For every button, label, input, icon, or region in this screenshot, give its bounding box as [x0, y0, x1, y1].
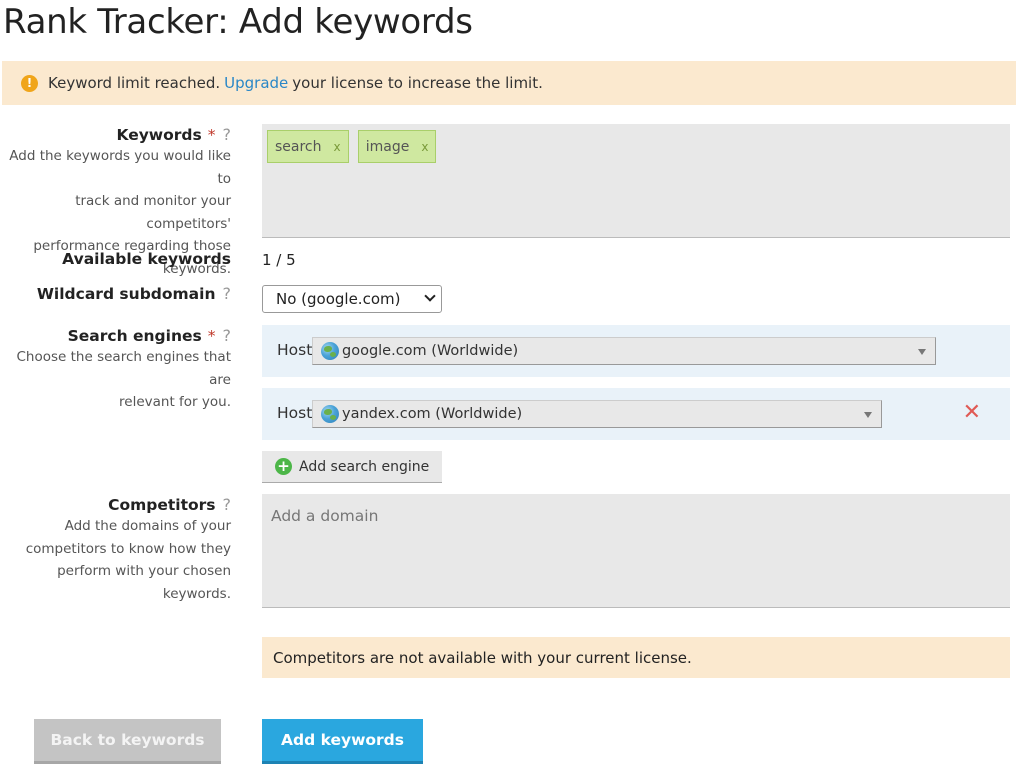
back-to-keywords-button[interactable]: Back to keywords: [34, 719, 221, 764]
caret-down-icon: [864, 412, 872, 418]
available-keywords-value: 1 / 5: [262, 251, 296, 269]
required-mark: *: [207, 327, 216, 345]
available-label-group: Available keywords: [62, 250, 231, 268]
warning-icon: !: [21, 74, 38, 92]
wildcard-label: Wildcard subdomain?: [36, 284, 232, 303]
wildcard-label-group: Wildcard subdomain?: [37, 284, 231, 303]
host-label: Host: [277, 404, 313, 422]
available-keywords-label: Available keywords: [62, 250, 231, 268]
search-engines-label: Search engines *?: [67, 326, 232, 345]
host-select[interactable]: google.com (Worldwide): [312, 337, 936, 365]
page-title: Rank Tracker: Add keywords: [3, 2, 473, 42]
caret-down-icon: [918, 349, 926, 355]
help-icon[interactable]: ?: [223, 495, 232, 514]
search-engines-label-group: Search engines *? Choose the search engin…: [0, 326, 232, 414]
add-search-engine-button[interactable]: + Add search engine: [262, 451, 442, 483]
help-icon[interactable]: ?: [223, 284, 232, 303]
remove-engine-icon[interactable]: ✕: [963, 402, 981, 424]
globe-icon: [321, 342, 339, 360]
keywords-input[interactable]: search x image x: [262, 124, 1010, 238]
upgrade-link[interactable]: Upgrade: [224, 74, 288, 92]
search-engine-row: Host yandex.com (Worldwide) ✕: [262, 388, 1010, 440]
keyword-limit-alert: ! Keyword limit reached. Upgrade your li…: [2, 61, 1016, 105]
remove-tag-button[interactable]: x: [334, 140, 341, 154]
competitors-label-group: Competitors? Add the domains of your com…: [26, 495, 231, 605]
host-label: Host: [277, 341, 313, 359]
keywords-label: Keywords *?: [116, 125, 232, 144]
competitors-description: Add the domains of your competitors to k…: [25, 518, 231, 602]
search-engines-description: Choose the search engines that are relev…: [16, 349, 232, 410]
help-icon[interactable]: ?: [223, 326, 232, 345]
search-engine-row: Host google.com (Worldwide): [262, 325, 1010, 377]
remove-tag-button[interactable]: x: [421, 140, 428, 154]
host-select[interactable]: yandex.com (Worldwide): [312, 400, 882, 428]
plus-icon: +: [275, 458, 292, 475]
required-mark: *: [207, 126, 216, 144]
add-keywords-button[interactable]: Add keywords: [262, 719, 423, 764]
alert-text: Keyword limit reached.: [48, 74, 221, 92]
keyword-tag: image x: [357, 130, 437, 163]
keyword-tag: search x: [267, 130, 349, 163]
chevron-down-icon: [424, 290, 436, 302]
competitors-label: Competitors?: [108, 495, 232, 514]
globe-icon: [321, 405, 339, 423]
help-icon[interactable]: ?: [223, 125, 232, 144]
competitors-notice: Competitors are not available with your …: [262, 637, 1010, 678]
alert-text-after: your license to increase the limit.: [292, 74, 543, 92]
wildcard-select[interactable]: No (google.com): [262, 285, 442, 313]
competitors-domain-input[interactable]: [262, 494, 1010, 608]
